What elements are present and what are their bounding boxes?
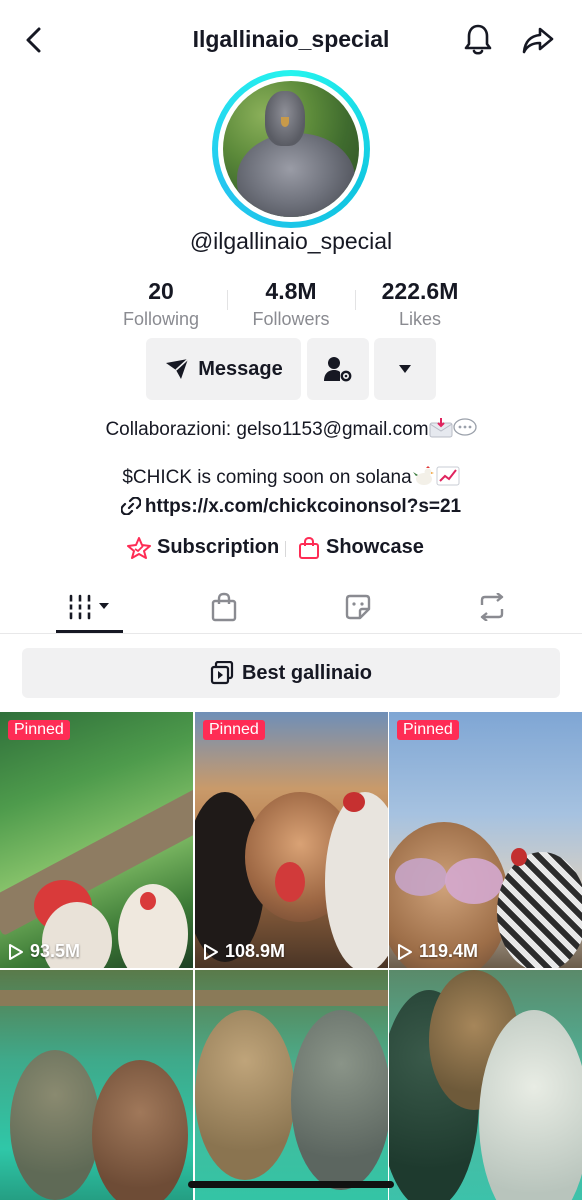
pinned-badge: Pinned [203, 720, 265, 740]
play-icon [398, 943, 412, 960]
profile-stats: 20 Following 4.8M Followers 222.6M Likes [0, 278, 582, 338]
repost-icon [480, 593, 503, 621]
home-indicator[interactable] [188, 1181, 394, 1188]
message-button[interactable]: Message [146, 338, 301, 400]
thumb-crested-hen [291, 1010, 388, 1190]
profile-header: Ilgallinaio_special [0, 0, 582, 80]
subscription-link[interactable]: Subscription [127, 536, 279, 559]
playlist-button[interactable]: Best gallinaio [22, 648, 560, 698]
thumb-barred-hen [497, 852, 582, 968]
caret-down-icon [399, 365, 411, 373]
avatar-image [223, 81, 359, 217]
stat-followers-value: 4.8M [265, 278, 317, 304]
showcase-label: Showcase [326, 536, 424, 558]
avatar[interactable] [212, 70, 370, 228]
tab-reposts[interactable] [458, 582, 525, 632]
stat-divider [355, 290, 356, 310]
bio-line-chick: $CHICK is coming soon on solana [0, 466, 582, 489]
stat-followers[interactable]: 4.8M Followers [231, 278, 351, 330]
tab-active-indicator [56, 630, 123, 633]
chart-up-emoji-icon [436, 466, 460, 486]
thumb-heart-glasses [395, 858, 447, 896]
bag-icon [211, 592, 236, 622]
video-grid: Pinned 93.5M Pinned 108.9M Pinned 119.4M [0, 712, 582, 1200]
links-divider [285, 541, 286, 557]
thumb-comb [511, 848, 527, 866]
view-count: 119.4M [397, 941, 478, 962]
rooster-emoji-icon [412, 466, 434, 485]
view-count-value: 93.5M [30, 941, 81, 961]
thumb-crested-hen [195, 1010, 295, 1180]
play-icon [204, 943, 218, 960]
thumb-heart-glasses [445, 858, 503, 904]
speech-bubble-emoji-icon [452, 418, 477, 436]
stat-following-label: Following [122, 309, 200, 329]
view-count: 108.9M [203, 941, 285, 962]
pinned-badge: Pinned [8, 720, 70, 740]
link-icon [120, 496, 142, 516]
thumb-wattle [140, 892, 156, 910]
tab-stickers[interactable] [324, 582, 391, 632]
stat-likes[interactable]: 222.6M Likes [360, 278, 480, 330]
playlist-label: Best gallinaio [241, 661, 373, 684]
bell-icon [464, 24, 492, 55]
thumb-crested-hen [92, 1060, 188, 1200]
video-thumbnail[interactable]: Pinned 119.4M [389, 712, 582, 968]
envelope-emoji-icon [429, 418, 453, 438]
bio-chick-text: $CHICK is coming soon on solana [122, 467, 412, 488]
more-options-button[interactable] [374, 338, 436, 400]
tab-shop[interactable] [190, 582, 257, 632]
subscription-label: Subscription [157, 536, 280, 558]
stat-followers-label: Followers [252, 309, 330, 329]
view-count-value: 119.4M [419, 941, 479, 961]
play-icon [9, 943, 23, 960]
notification-button[interactable] [458, 20, 498, 60]
send-icon [166, 358, 189, 379]
profile-username: @ilgallinaio_special [189, 228, 393, 254]
avatar-hen-beak [281, 117, 289, 127]
thumb-perch [195, 990, 388, 1006]
content-tabs [0, 582, 582, 634]
add-friend-button[interactable] [307, 338, 369, 400]
avatar-hen-body [237, 133, 355, 217]
grid-icon [67, 594, 109, 620]
video-thumbnail[interactable] [389, 970, 582, 1200]
share-button[interactable] [518, 20, 558, 60]
bio-line-collab: Collaborazioni: gelso1153@gmail.com [0, 418, 582, 441]
stat-following-value: 20 [148, 278, 174, 304]
bio-link-text[interactable]: https://x.com/chickcoinonsol?s=21 [145, 496, 461, 517]
view-count: 93.5M [8, 941, 80, 962]
person-gear-icon [324, 357, 352, 382]
video-thumbnail[interactable]: Pinned 108.9M [195, 712, 388, 968]
tab-videos[interactable] [56, 582, 123, 633]
video-thumbnail[interactable]: Pinned 93.5M [0, 712, 193, 968]
video-thumbnail[interactable] [195, 970, 388, 1200]
message-button-label: Message [198, 357, 283, 380]
thumb-comb [343, 792, 365, 812]
thumb-wattle [275, 862, 305, 902]
playlist-icon [210, 661, 234, 685]
avatar-border [218, 76, 364, 222]
stat-likes-label: Likes [398, 309, 442, 329]
thumb-perch [0, 990, 193, 1006]
pinned-badge: Pinned [397, 720, 459, 740]
shopping-bag-icon [299, 536, 319, 559]
view-count-value: 108.9M [225, 941, 286, 961]
star-badge-icon [127, 536, 151, 559]
video-thumbnail[interactable] [0, 970, 193, 1200]
stat-likes-value: 222.6M [381, 278, 459, 304]
profile-links-row: Subscription Showcase [0, 536, 582, 562]
share-icon [522, 27, 554, 54]
thumb-crested-hen [10, 1050, 100, 1200]
bio-link-row[interactable]: https://x.com/chickcoinonsol?s=21 [0, 496, 582, 518]
bio-collab-text: Collaborazioni: gelso1153@gmail.com [105, 419, 429, 440]
showcase-link[interactable]: Showcase [298, 536, 424, 559]
stat-divider [227, 290, 228, 310]
sticker-icon [345, 594, 370, 620]
stat-following[interactable]: 20 Following [101, 278, 221, 330]
